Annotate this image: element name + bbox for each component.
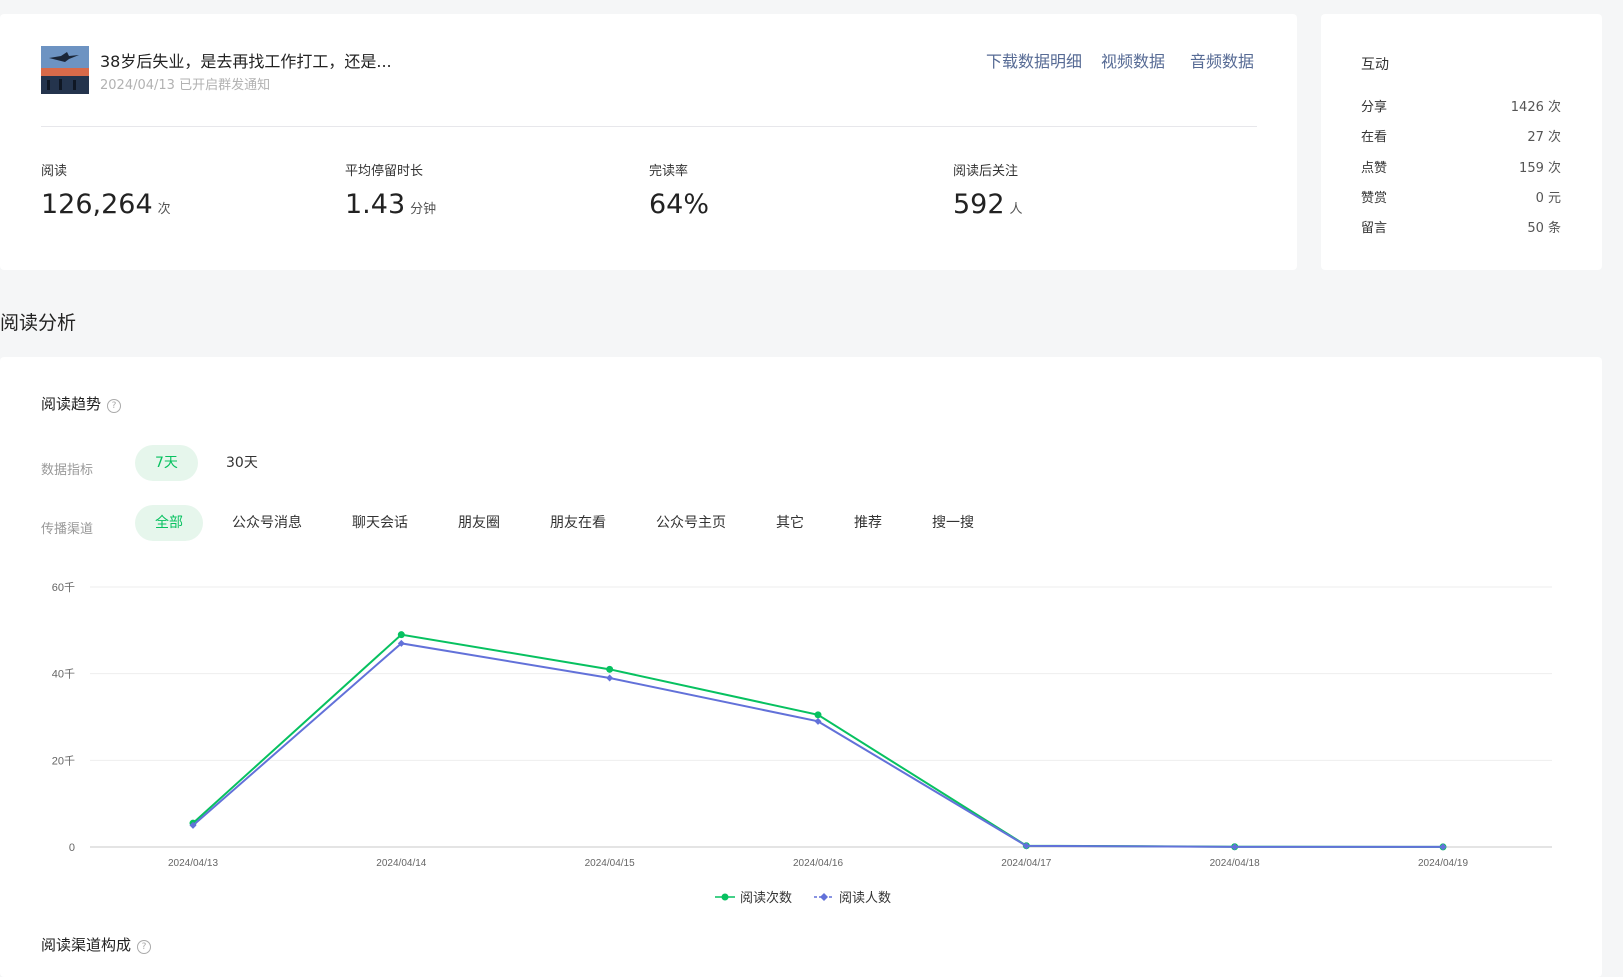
trend-title: 阅读趋势? (41, 393, 122, 414)
x-tick-label: 2024/04/16 (793, 858, 843, 869)
x-tick-label: 2024/04/18 (1210, 858, 1260, 869)
legend-line-circle-icon (715, 893, 735, 900)
interaction-value: 159 次 (1519, 161, 1561, 176)
x-tick-label: 2024/04/13 (168, 858, 218, 869)
article-summary-card: 38岁后失业，是去再找工作打工，还是... 2024/04/13 已开启群发通知… (0, 14, 1297, 270)
trend-title-text: 阅读趋势 (41, 395, 102, 413)
channel-filter-label: 传播渠道 (41, 522, 94, 537)
metric-value: 64% (649, 189, 710, 220)
interaction-label: 赞赏 (1361, 191, 1388, 206)
legend-line-diamond-icon (814, 892, 835, 901)
channel-moments[interactable]: 朋友圈 (438, 505, 520, 541)
metric-reads: 阅读 126,264 次 (41, 160, 321, 220)
chart-legend: 阅读次数 阅读人数 (715, 887, 891, 906)
channel-other[interactable]: 其它 (756, 505, 824, 541)
channel-official-homepage[interactable]: 公众号主页 (636, 505, 746, 541)
article-date: 2024/04/13 (100, 78, 175, 93)
data-point (397, 631, 405, 639)
metric-value: 592 (953, 189, 1005, 220)
legend-label: 阅读人数 (839, 891, 892, 906)
range-7-days[interactable]: 7天 (135, 445, 198, 481)
channel-all[interactable]: 全部 (135, 505, 203, 541)
data-point (606, 674, 614, 682)
metric-follows-after-read: 阅读后关注 592 人 (953, 160, 1233, 220)
article-thumbnail[interactable] (41, 46, 89, 94)
x-tick-label: 2024/04/14 (376, 858, 426, 869)
y-tick-label: 0 (69, 842, 75, 854)
channel-search[interactable]: 搜一搜 (912, 505, 994, 541)
interaction-value: 1426 次 (1510, 100, 1561, 115)
download-detail-link[interactable]: 下载数据明细 (986, 48, 1082, 72)
y-tick-label: 60千 (52, 581, 75, 594)
help-icon[interactable]: ? (137, 940, 152, 954)
metric-avg-duration: 平均停留时长 1.43 分钟 (345, 160, 625, 220)
channel-friends-watching[interactable]: 朋友在看 (530, 505, 626, 541)
interaction-row-likes: 点赞 159 次 (1361, 157, 1561, 176)
article-meta: 2024/04/13 已开启群发通知 (100, 74, 270, 93)
interaction-label: 分享 (1361, 100, 1388, 115)
data-point (606, 665, 614, 673)
channel-chat[interactable]: 聊天会话 (332, 505, 428, 541)
interaction-label: 点赞 (1361, 161, 1388, 176)
metric-completion-rate: 完读率 64% (649, 160, 929, 220)
interaction-value: 27 次 (1527, 130, 1561, 145)
x-tick-label: 2024/04/19 (1418, 858, 1468, 869)
metric-unit: 次 (157, 202, 171, 217)
interaction-label: 在看 (1361, 130, 1388, 145)
interaction-label: 留言 (1361, 221, 1388, 236)
metric-label: 完读率 (649, 164, 689, 179)
channel-composition-title: 阅读渠道构成? (41, 934, 152, 955)
interaction-value: 50 条 (1527, 221, 1561, 236)
metric-value: 126,264 (41, 189, 153, 220)
channel-recommend[interactable]: 推荐 (834, 505, 902, 541)
interaction-title: 互动 (1361, 57, 1389, 73)
interaction-row-rewards: 赞赏 0 元 (1361, 187, 1561, 206)
range-30-days[interactable]: 30天 (206, 445, 278, 481)
interaction-row-share: 分享 1426 次 (1361, 96, 1561, 115)
audio-data-link[interactable]: 音频数据 (1190, 48, 1254, 72)
interaction-value: 0 元 (1535, 191, 1561, 206)
y-tick-label: 40千 (52, 668, 75, 681)
legend-label: 阅读次数 (740, 891, 793, 906)
metric-label: 阅读后关注 (953, 164, 1019, 179)
channel-composition-title-text: 阅读渠道构成 (41, 936, 132, 954)
divider (41, 126, 1257, 127)
article-title[interactable]: 38岁后失业，是去再找工作打工，还是... (100, 48, 392, 72)
x-tick-label: 2024/04/17 (1001, 858, 1051, 869)
metric-filter-label: 数据指标 (41, 463, 94, 478)
x-tick-label: 2024/04/15 (585, 858, 635, 869)
data-point (814, 711, 822, 719)
metric-label: 阅读 (41, 164, 68, 179)
legend-item[interactable]: 阅读人数 (814, 887, 891, 906)
series-line-1 (192, 633, 1444, 848)
interaction-card: 互动 分享 1426 次 在看 27 次 点赞 159 次 赞赏 0 元 留言 … (1321, 14, 1602, 270)
metric-unit: 分钟 (410, 202, 437, 217)
reading-analysis-card: 阅读趋势? 数据指标 7天 30天 传播渠道 全部 公众号消息 聊天会话 朋友圈… (0, 357, 1602, 977)
metric-value: 1.43 (345, 189, 406, 220)
channel-official-messages[interactable]: 公众号消息 (212, 505, 322, 541)
metric-unit: 人 (1009, 202, 1023, 217)
interaction-row-comments: 留言 50 条 (1361, 217, 1561, 236)
interaction-row-watching: 在看 27 次 (1361, 126, 1561, 145)
reading-trend-chart: 0 20千 40千 60千 2024/04/13 2024/04/14 2024/04/15… (52, 581, 1552, 869)
section-title: 阅读分析 (0, 312, 77, 334)
help-icon[interactable]: ? (107, 399, 122, 413)
legend-item[interactable]: 阅读次数 (715, 887, 792, 906)
video-data-link[interactable]: 视频数据 (1101, 48, 1165, 72)
article-notice: 已开启群发通知 (179, 78, 271, 93)
metric-label: 平均停留时长 (345, 164, 424, 179)
y-tick-label: 20千 (52, 754, 75, 767)
